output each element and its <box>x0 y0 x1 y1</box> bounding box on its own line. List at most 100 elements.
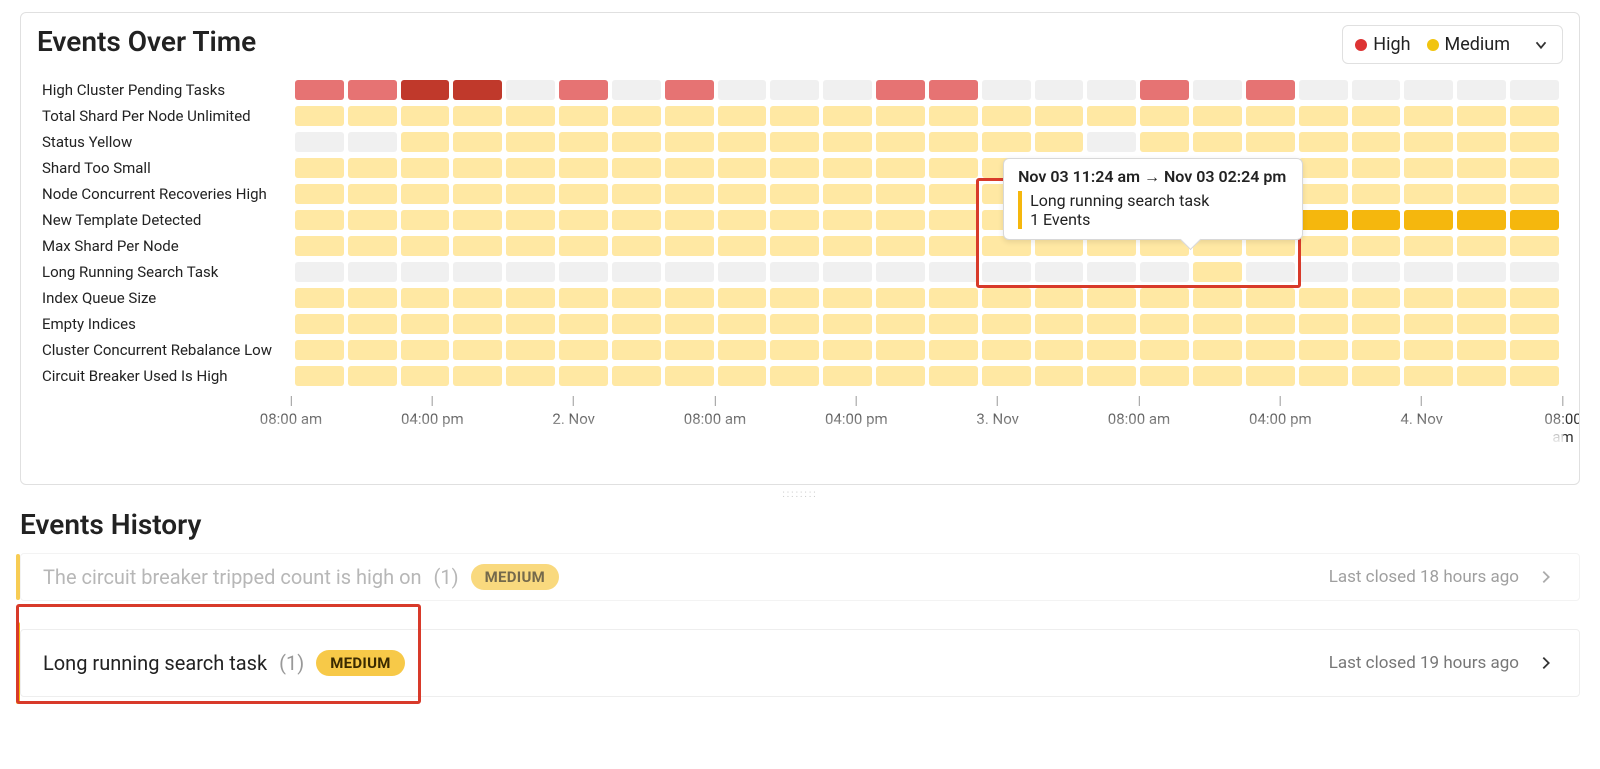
heatmap-cell[interactable] <box>559 236 608 256</box>
heatmap-cell[interactable] <box>982 366 1031 386</box>
heatmap-cell[interactable] <box>1246 262 1295 282</box>
heatmap-cell[interactable] <box>1299 158 1348 178</box>
heatmap-cell[interactable] <box>506 262 555 282</box>
heatmap-cell[interactable] <box>929 80 978 100</box>
heatmap-cell[interactable] <box>1140 80 1189 100</box>
heatmap-cell[interactable] <box>401 80 450 100</box>
heatmap-cell[interactable] <box>982 132 1031 152</box>
heatmap-cell[interactable] <box>1457 132 1506 152</box>
heatmap-cell[interactable] <box>718 106 767 126</box>
heatmap-cell[interactable] <box>295 184 344 204</box>
heatmap-cell[interactable] <box>718 314 767 334</box>
heatmap-cell[interactable] <box>770 184 819 204</box>
heatmap-cell[interactable] <box>718 210 767 230</box>
heatmap-cell[interactable] <box>1299 210 1348 230</box>
heatmap-cell[interactable] <box>1140 132 1189 152</box>
heatmap-cell[interactable] <box>453 236 502 256</box>
heatmap-cell[interactable] <box>559 106 608 126</box>
heatmap-cell[interactable] <box>1457 106 1506 126</box>
heatmap-cell[interactable] <box>453 288 502 308</box>
heatmap-cell[interactable] <box>876 158 925 178</box>
heatmap-cell[interactable] <box>1404 132 1453 152</box>
heatmap-cell[interactable] <box>1510 106 1559 126</box>
heatmap-cell[interactable] <box>295 80 344 100</box>
heatmap-cell[interactable] <box>401 132 450 152</box>
heatmap-cell[interactable] <box>823 288 872 308</box>
heatmap-cell[interactable] <box>718 288 767 308</box>
heatmap-cell[interactable] <box>612 288 661 308</box>
heatmap-cell[interactable] <box>823 80 872 100</box>
heatmap-cell[interactable] <box>1193 80 1242 100</box>
heatmap-cell[interactable] <box>1352 236 1401 256</box>
heatmap-cell[interactable] <box>876 80 925 100</box>
heatmap-cell[interactable] <box>1193 288 1242 308</box>
heatmap-cell[interactable] <box>1404 158 1453 178</box>
heatmap-cell[interactable] <box>1457 210 1506 230</box>
heatmap-cell[interactable] <box>770 366 819 386</box>
heatmap-cell[interactable] <box>718 340 767 360</box>
heatmap-cell[interactable] <box>559 288 608 308</box>
heatmap-cell[interactable] <box>1035 80 1084 100</box>
heatmap-cell[interactable] <box>1404 314 1453 334</box>
heatmap-cell[interactable] <box>770 236 819 256</box>
heatmap-cell[interactable] <box>1457 288 1506 308</box>
heatmap-cell[interactable] <box>876 236 925 256</box>
heatmap-cell[interactable] <box>1510 132 1559 152</box>
heatmap-cell[interactable] <box>506 210 555 230</box>
heatmap-cell[interactable] <box>1087 314 1136 334</box>
heatmap-cell[interactable] <box>1193 132 1242 152</box>
heatmap-cell[interactable] <box>718 132 767 152</box>
heatmap-cell[interactable] <box>665 262 714 282</box>
heatmap-cell[interactable] <box>453 366 502 386</box>
heatmap-cell[interactable] <box>506 80 555 100</box>
heatmap-cell[interactable] <box>1404 288 1453 308</box>
heatmap-cell[interactable] <box>612 262 661 282</box>
heatmap-cell[interactable] <box>823 236 872 256</box>
heatmap-cell[interactable] <box>1035 132 1084 152</box>
heatmap-cell[interactable] <box>1352 262 1401 282</box>
heatmap-cell[interactable] <box>612 314 661 334</box>
heatmap-cell[interactable] <box>823 210 872 230</box>
heatmap-cell[interactable] <box>559 184 608 204</box>
heatmap-cell[interactable] <box>1193 106 1242 126</box>
heatmap-cell[interactable] <box>453 262 502 282</box>
heatmap-cell[interactable] <box>559 210 608 230</box>
heatmap-cell[interactable] <box>1140 262 1189 282</box>
heatmap-cell[interactable] <box>1404 366 1453 386</box>
heatmap-cell[interactable] <box>559 262 608 282</box>
heatmap-cell[interactable] <box>982 106 1031 126</box>
heatmap-cell[interactable] <box>982 80 1031 100</box>
heatmap-cell[interactable] <box>1035 340 1084 360</box>
heatmap-cell[interactable] <box>1035 262 1084 282</box>
heatmap-cell[interactable] <box>1087 80 1136 100</box>
heatmap-cell[interactable] <box>559 314 608 334</box>
heatmap-cell[interactable] <box>1193 340 1242 360</box>
heatmap-cell[interactable] <box>348 80 397 100</box>
legend-dropdown[interactable]: High Medium <box>1342 25 1563 64</box>
heatmap-cell[interactable] <box>1299 80 1348 100</box>
heatmap-cell[interactable] <box>1510 340 1559 360</box>
heatmap-cell[interactable] <box>718 262 767 282</box>
heatmap-cell[interactable] <box>1299 132 1348 152</box>
heatmap-cell[interactable] <box>1299 288 1348 308</box>
heatmap-cell[interactable] <box>823 158 872 178</box>
heatmap-cell[interactable] <box>876 210 925 230</box>
heatmap-cell[interactable] <box>1457 314 1506 334</box>
heatmap-cell[interactable] <box>295 262 344 282</box>
heatmap-cell[interactable] <box>1352 184 1401 204</box>
heatmap-cell[interactable] <box>1140 288 1189 308</box>
heatmap-cell[interactable] <box>295 340 344 360</box>
heatmap-cell[interactable] <box>718 184 767 204</box>
heatmap-cell[interactable] <box>612 132 661 152</box>
heatmap-cell[interactable] <box>401 314 450 334</box>
heatmap-cell[interactable] <box>718 158 767 178</box>
heatmap-cell[interactable] <box>401 184 450 204</box>
heatmap-cell[interactable] <box>1246 314 1295 334</box>
heatmap-cell[interactable] <box>1352 210 1401 230</box>
heatmap-cell[interactable] <box>876 314 925 334</box>
heatmap-cell[interactable] <box>823 106 872 126</box>
heatmap-cell[interactable] <box>1510 210 1559 230</box>
heatmap-cell[interactable] <box>982 288 1031 308</box>
heatmap-cell[interactable] <box>401 210 450 230</box>
heatmap-cell[interactable] <box>295 158 344 178</box>
